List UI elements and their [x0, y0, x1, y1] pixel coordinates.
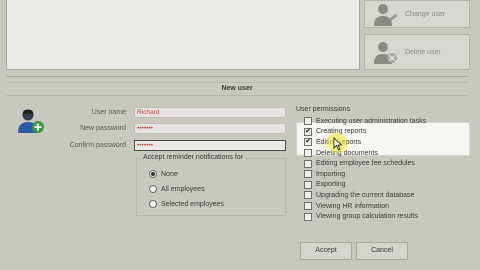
permission-item[interactable]: Executing user administration tasks: [304, 116, 470, 127]
reminder-group: Accept reminder notifications for None A…: [136, 154, 286, 216]
change-user-label: Change user: [405, 10, 446, 18]
permissions-title: User permissions: [296, 106, 351, 113]
mouse-pointer-icon: [333, 137, 343, 151]
change-user-button[interactable]: Change user: [364, 0, 470, 28]
radio-none[interactable]: None: [149, 170, 178, 178]
radio-button[interactable]: [149, 185, 157, 193]
permission-item[interactable]: Viewing group calculation results: [304, 211, 470, 222]
radio-button[interactable]: [149, 170, 157, 178]
permission-label: Exporting: [316, 181, 346, 189]
user-delete-icon: [374, 42, 397, 64]
section-title: New user: [6, 82, 468, 96]
reminder-group-title: Accept reminder notifications for: [141, 154, 245, 161]
permission-label: Deleting documents: [316, 149, 378, 157]
checkbox[interactable]: [304, 159, 312, 168]
permission-item[interactable]: Editing employee fee schedules: [304, 158, 470, 169]
permission-label: Editing employee fee schedules: [316, 160, 415, 168]
checkbox[interactable]: ✔: [304, 127, 312, 136]
new-password-field[interactable]: •••••••: [134, 123, 286, 134]
permission-label: Viewing HR information: [316, 202, 390, 210]
user-list-panel[interactable]: [6, 0, 360, 70]
user-name-label: User name: [91, 109, 126, 116]
delete-user-label: Delete user: [405, 48, 441, 56]
radio-label: All employees: [161, 185, 205, 193]
permission-label: Executing user administration tasks: [316, 117, 427, 125]
permission-item[interactable]: Importing: [304, 169, 470, 180]
permission-item[interactable]: Upgrading the current database: [304, 190, 470, 201]
radio-all-employees[interactable]: All employees: [149, 185, 205, 193]
accept-button[interactable]: Accept: [300, 242, 352, 260]
radio-label: Selected employees: [161, 200, 225, 208]
permission-label: Upgrading the current database: [316, 191, 415, 199]
radio-button[interactable]: [149, 200, 157, 208]
permission-item[interactable]: Exporting: [304, 180, 470, 191]
checkbox[interactable]: [304, 212, 312, 221]
checkbox[interactable]: [304, 180, 312, 189]
add-user-icon: [18, 109, 44, 133]
cancel-button[interactable]: Cancel: [356, 242, 408, 260]
radio-label: None: [161, 170, 178, 178]
checkbox[interactable]: [304, 202, 312, 211]
radio-selected-employees[interactable]: Selected employees: [149, 200, 224, 208]
permission-label: Viewing group calculation results: [316, 213, 418, 221]
confirm-password-field[interactable]: •••••••: [134, 140, 286, 151]
user-name-field[interactable]: Richard: [134, 107, 286, 118]
checkbox[interactable]: [304, 149, 312, 158]
checkbox[interactable]: [304, 191, 312, 200]
checkbox[interactable]: [304, 117, 312, 126]
permission-item[interactable]: Viewing HR information: [304, 201, 470, 212]
permissions-list: Executing user administration tasks ✔ Cre…: [304, 116, 470, 222]
checkbox[interactable]: ✔: [304, 138, 312, 147]
new-password-label: New password: [80, 125, 126, 132]
delete-user-button[interactable]: Delete user: [364, 34, 470, 70]
divider: [6, 76, 468, 77]
confirm-password-label: Confirm password: [69, 142, 126, 149]
permission-label: Importing: [316, 170, 346, 178]
user-edit-icon: [374, 4, 398, 26]
checkbox[interactable]: [304, 170, 312, 179]
